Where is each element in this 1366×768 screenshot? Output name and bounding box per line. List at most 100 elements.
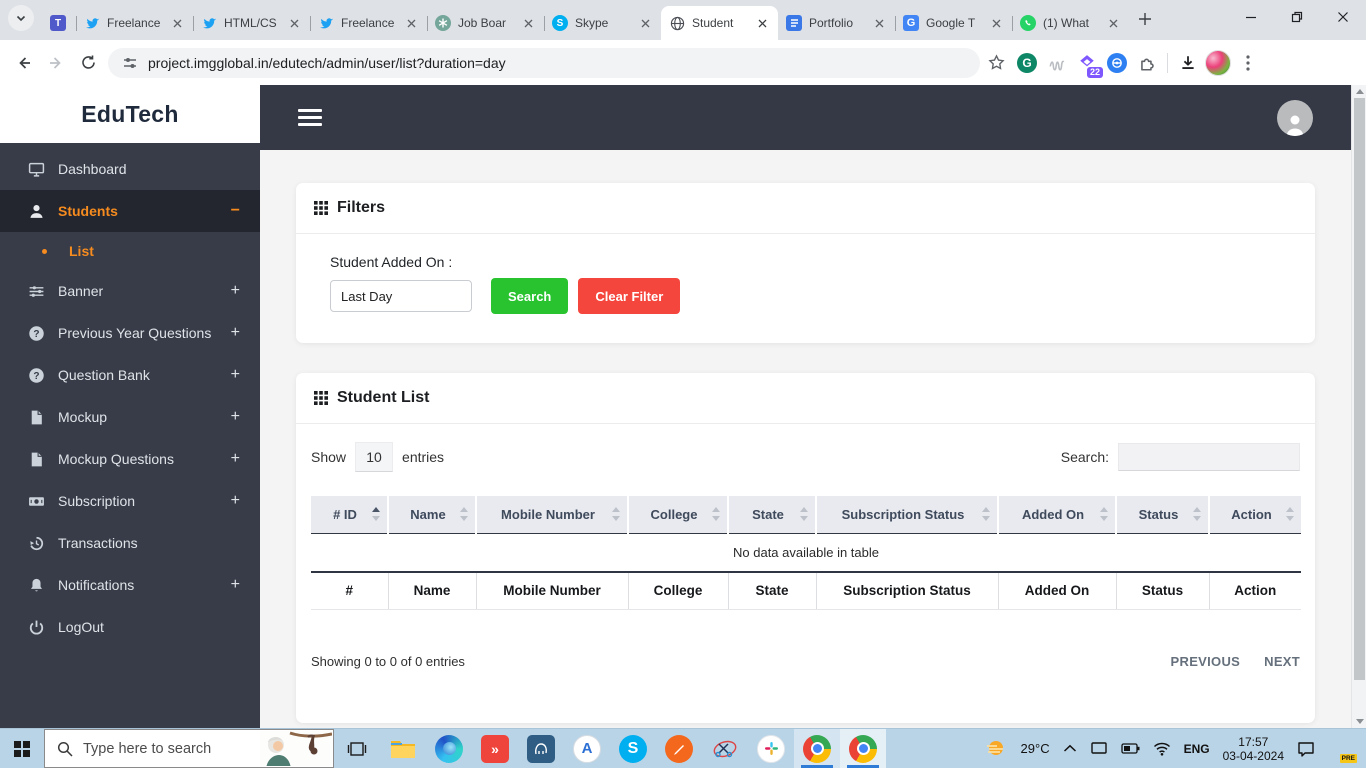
table-search-input[interactable]	[1118, 443, 1300, 471]
task-view-button[interactable]	[334, 729, 380, 768]
extension-blue-icon[interactable]	[1102, 48, 1132, 78]
anydesk-icon[interactable]: »	[472, 729, 518, 768]
sidebar-item-previous-year-questions[interactable]: ? Previous Year Questions +	[0, 312, 260, 354]
close-icon[interactable]	[988, 15, 1004, 31]
column-header-added-on[interactable]: Added On	[998, 496, 1117, 534]
site-settings-icon[interactable]	[122, 55, 138, 71]
column-header-action[interactable]: Action	[1209, 496, 1301, 534]
search-doodle-image[interactable]	[260, 731, 332, 766]
collapse-minus-icon[interactable]: −	[231, 202, 240, 220]
pgadmin-icon[interactable]	[518, 729, 564, 768]
browser-scrollbar[interactable]	[1351, 85, 1366, 728]
search-button[interactable]: Search	[491, 278, 569, 314]
chrome-taskbar-icon-active[interactable]	[840, 729, 886, 768]
url-bar[interactable]: project.imgglobal.in/edutech/admin/user/…	[108, 47, 980, 78]
browser-tab[interactable]: HTML/CS	[193, 6, 310, 40]
column-header-college[interactable]: College	[628, 496, 729, 534]
expand-plus-icon[interactable]: +	[231, 576, 240, 594]
close-icon[interactable]	[403, 15, 419, 31]
cast-screen-icon[interactable]	[1090, 741, 1108, 756]
sidebar-item-notifications[interactable]: Notifications +	[0, 564, 260, 606]
sidebar-item-logout[interactable]: LogOut	[0, 606, 260, 648]
chrome-taskbar-icon[interactable]	[794, 729, 840, 768]
user-avatar[interactable]	[1277, 99, 1313, 136]
column-header-state[interactable]: State	[728, 496, 817, 534]
downloads-icon[interactable]	[1173, 48, 1203, 78]
sidebar-item-mockup[interactable]: Mockup +	[0, 396, 260, 438]
close-icon[interactable]	[637, 15, 653, 31]
close-icon[interactable]	[520, 15, 536, 31]
new-tab-button[interactable]	[1131, 5, 1159, 33]
sidebar-item-mockup-questions[interactable]: Mockup Questions +	[0, 438, 260, 480]
close-icon[interactable]	[286, 15, 302, 31]
expand-plus-icon[interactable]: +	[231, 282, 240, 300]
close-icon[interactable]	[1105, 15, 1121, 31]
browser-menu-kebab-icon[interactable]	[1233, 48, 1263, 78]
close-icon[interactable]	[754, 15, 770, 31]
browser-tab[interactable]: Freelance	[310, 6, 427, 40]
expand-plus-icon[interactable]: +	[231, 366, 240, 384]
sidebar-item-subscription[interactable]: Subscription +	[0, 480, 260, 522]
tab-search-button[interactable]	[8, 4, 34, 31]
hamburger-menu-icon[interactable]	[298, 105, 322, 130]
forward-button[interactable]	[40, 47, 72, 79]
profile-avatar[interactable]	[1203, 48, 1233, 78]
start-button[interactable]	[0, 729, 44, 768]
restore-button[interactable]	[1274, 0, 1320, 34]
clock[interactable]: 17:57 03-04-2024	[1223, 735, 1284, 763]
slack-icon[interactable]	[748, 729, 794, 768]
dev-tool-icon[interactable]: A	[564, 729, 610, 768]
taskbar-search-box[interactable]: Type here to search	[44, 729, 334, 768]
extension-purple-icon[interactable]: 22	[1072, 48, 1103, 78]
expand-plus-icon[interactable]: +	[231, 324, 240, 342]
grammarly-icon[interactable]: G	[1012, 48, 1042, 78]
close-icon[interactable]	[169, 15, 185, 31]
battery-icon[interactable]	[1120, 743, 1140, 754]
bookmark-star-button[interactable]	[980, 47, 1012, 79]
sidebar-item-transactions[interactable]: Transactions	[0, 522, 260, 564]
tray-chevron-up-icon[interactable]	[1063, 744, 1077, 753]
column-header-name[interactable]: Name	[388, 496, 477, 534]
copilot-icon[interactable]: PRE	[1328, 737, 1357, 763]
browser-tab[interactable]: Job Boar	[427, 6, 544, 40]
scrollbar-thumb[interactable]	[1354, 98, 1365, 680]
edge-icon[interactable]	[426, 729, 472, 768]
next-page-button[interactable]: NEXT	[1264, 654, 1300, 669]
scroll-down-arrow[interactable]	[1352, 715, 1366, 728]
temperature-text[interactable]: 29°C	[1021, 741, 1050, 756]
sidebar-item-list[interactable]: List	[0, 232, 260, 270]
column-header-mobile[interactable]: Mobile Number	[476, 496, 629, 534]
extensions-puzzle-icon[interactable]	[1132, 48, 1162, 78]
skype-app-icon[interactable]: S	[610, 729, 656, 768]
url-text[interactable]: project.imgglobal.in/edutech/admin/user/…	[148, 55, 506, 71]
browser-tab[interactable]: Freelance	[76, 6, 193, 40]
student-added-on-input[interactable]	[330, 280, 472, 312]
notification-center-icon[interactable]	[1297, 741, 1315, 757]
clear-filter-button[interactable]: Clear Filter	[578, 278, 681, 314]
column-header-status[interactable]: Status	[1116, 496, 1210, 534]
page-size-select[interactable]: 10	[355, 442, 394, 472]
close-icon[interactable]	[871, 15, 887, 31]
sidebar-item-banner[interactable]: Banner +	[0, 270, 260, 312]
sidebar-item-students[interactable]: Students −	[0, 190, 260, 232]
pen-tool-icon[interactable]	[656, 729, 702, 768]
reload-button[interactable]	[72, 47, 104, 79]
snipping-tool-icon[interactable]	[702, 729, 748, 768]
browser-tab[interactable]: G Google T	[895, 6, 1012, 40]
column-header-id[interactable]: # ID	[311, 496, 389, 534]
expand-plus-icon[interactable]: +	[231, 492, 240, 510]
wifi-icon[interactable]	[1153, 742, 1171, 756]
browser-tab[interactable]: S Skype	[544, 6, 661, 40]
back-button[interactable]	[8, 47, 40, 79]
browser-tab[interactable]: (1) What	[1012, 6, 1129, 40]
browser-tab-active[interactable]: Student	[661, 6, 778, 40]
sidebar-item-question-bank[interactable]: ? Question Bank +	[0, 354, 260, 396]
close-window-button[interactable]	[1320, 0, 1366, 34]
file-explorer-icon[interactable]	[380, 729, 426, 768]
previous-page-button[interactable]: PREVIOUS	[1171, 654, 1241, 669]
scroll-up-arrow[interactable]	[1352, 85, 1366, 98]
column-header-subscription[interactable]: Subscription Status	[816, 496, 999, 534]
extension-wave-icon[interactable]	[1042, 48, 1072, 78]
minimize-button[interactable]	[1228, 0, 1274, 34]
expand-plus-icon[interactable]: +	[231, 408, 240, 426]
